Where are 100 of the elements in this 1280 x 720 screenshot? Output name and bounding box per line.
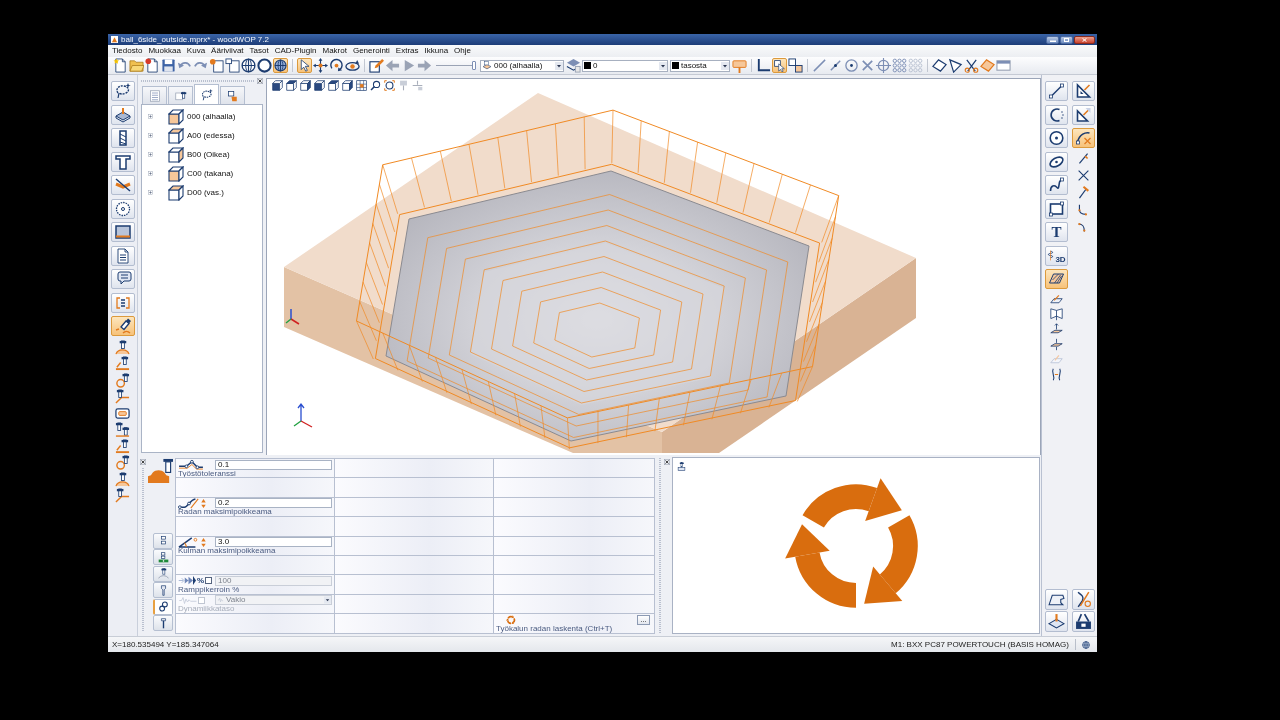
expand-icon[interactable] <box>148 133 153 138</box>
spinner-icon[interactable] <box>201 537 206 547</box>
slash-icon[interactable] <box>1077 151 1090 165</box>
beam-icon[interactable] <box>110 151 135 172</box>
more-button[interactable]: ... <box>637 614 650 625</box>
tree-item[interactable]: B00 (Oikea) <box>187 149 230 160</box>
menu-item[interactable]: Extras <box>392 46 422 56</box>
dot-grid-icon[interactable] <box>892 58 907 73</box>
lasso-icon[interactable] <box>110 81 135 101</box>
tab[interactable] <box>153 565 173 582</box>
panel-icon[interactable] <box>110 104 135 125</box>
view-cube-icon[interactable] <box>342 79 353 91</box>
circle-icon[interactable] <box>257 58 272 73</box>
tools-icon[interactable] <box>1072 589 1095 610</box>
router-icon[interactable] <box>115 438 130 454</box>
tab[interactable] <box>153 549 173 565</box>
expand-icon[interactable] <box>148 114 153 119</box>
tool-icon[interactable] <box>677 462 686 471</box>
book-icon[interactable] <box>1050 307 1063 321</box>
input-field[interactable]: 3.0 <box>215 537 332 548</box>
router-icon[interactable] <box>115 356 130 371</box>
checkbox[interactable] <box>205 577 213 585</box>
tab[interactable] <box>153 598 173 615</box>
document-icon[interactable] <box>145 58 160 73</box>
menu-item[interactable]: Muokkaa <box>145 46 184 56</box>
minimize-button[interactable] <box>1046 35 1059 44</box>
router-bit-icon[interactable] <box>110 316 135 336</box>
tree-item[interactable]: 000 (alhaalla) <box>187 111 236 122</box>
plane-icon[interactable] <box>1050 292 1063 306</box>
helix-button[interactable]: 3D <box>1045 245 1068 266</box>
dropdown[interactable]: 0 <box>582 59 668 72</box>
set-square-icon[interactable] <box>1072 81 1095 101</box>
router-icon[interactable] <box>115 488 130 503</box>
view-cube-icon[interactable] <box>286 79 297 91</box>
corner-icon[interactable] <box>1077 202 1090 216</box>
slider-handle[interactable] <box>472 61 476 70</box>
toolbox-icon[interactable] <box>1072 611 1095 632</box>
router-icon[interactable] <box>115 389 130 404</box>
expand-icon[interactable] <box>148 152 153 157</box>
tab[interactable] <box>153 532 173 549</box>
router-icon[interactable] <box>115 372 130 388</box>
menu-item[interactable]: Generointi <box>349 46 393 56</box>
panel-icon[interactable] <box>1045 611 1068 632</box>
menu-item[interactable]: Tiedosto <box>109 46 146 56</box>
tab[interactable] <box>168 86 193 104</box>
scissors-icon[interactable] <box>964 58 979 73</box>
router-icon[interactable] <box>115 455 130 470</box>
folder-icon[interactable] <box>129 58 144 73</box>
curve-icon[interactable] <box>1050 367 1063 381</box>
grip-handle[interactable] <box>141 468 144 631</box>
hammer-icon[interactable] <box>1077 185 1090 199</box>
move-icon[interactable] <box>313 58 328 73</box>
rectangle-icon[interactable] <box>110 222 135 242</box>
tree-item[interactable]: C00 (takana) <box>187 168 234 179</box>
tree-item[interactable]: D00 (vas.) <box>187 187 224 198</box>
new-file-icon[interactable] <box>113 58 128 73</box>
globe-icon[interactable] <box>273 58 288 73</box>
text-tool-button[interactable]: T <box>1045 222 1068 242</box>
pocket-icon[interactable] <box>115 405 130 421</box>
set-square-icon[interactable] <box>1072 104 1095 125</box>
grid-icon[interactable] <box>356 79 367 91</box>
zoom-icon[interactable] <box>370 79 381 91</box>
saw-blade-icon[interactable] <box>110 198 135 219</box>
router-icon[interactable] <box>115 471 130 487</box>
view-cube-icon[interactable] <box>328 79 339 91</box>
view-cube-icon[interactable] <box>272 79 283 91</box>
rectangle-icon[interactable] <box>1045 198 1068 219</box>
save-icon[interactable] <box>161 58 176 73</box>
cursor-icon[interactable] <box>297 58 312 73</box>
pen-icon[interactable] <box>369 58 384 73</box>
line-icon[interactable] <box>828 58 843 73</box>
grip-handle[interactable] <box>141 80 255 82</box>
menu-item[interactable]: Kuva <box>183 46 209 56</box>
cross-icon[interactable] <box>1077 168 1090 182</box>
globe-icon[interactable] <box>241 58 256 73</box>
document-icon[interactable] <box>110 245 135 266</box>
expand-icon[interactable] <box>148 190 153 195</box>
tab[interactable] <box>220 86 245 104</box>
menu-item[interactable]: Ohje <box>451 46 474 56</box>
menu-item[interactable]: Ääriviivat <box>208 46 247 56</box>
speech-bubble-icon[interactable] <box>110 269 135 289</box>
view-cube-icon[interactable] <box>300 79 311 91</box>
angle-icon[interactable] <box>756 58 771 73</box>
input-field[interactable]: 0.2 <box>215 498 332 509</box>
spline-icon[interactable] <box>1045 175 1068 195</box>
plane-icon[interactable] <box>1050 322 1063 336</box>
drill-bit-icon[interactable] <box>110 128 135 148</box>
zoom-fit-icon[interactable] <box>384 79 395 91</box>
menu-item[interactable]: Tasot <box>246 46 272 56</box>
triangle-icon[interactable] <box>948 58 963 73</box>
close-icon[interactable] <box>139 459 146 465</box>
window-icon[interactable] <box>996 58 1011 73</box>
page-icon[interactable] <box>225 58 240 73</box>
dropdown[interactable]: 000 (alhaalla) <box>480 59 564 72</box>
spinner-icon[interactable] <box>201 498 206 508</box>
close-button[interactable] <box>1074 35 1095 44</box>
maximize-button[interactable] <box>1060 35 1073 44</box>
dropdown[interactable]: tasosta <box>670 59 730 72</box>
trim-curve-icon[interactable] <box>1072 128 1095 148</box>
close-icon[interactable] <box>664 459 670 465</box>
